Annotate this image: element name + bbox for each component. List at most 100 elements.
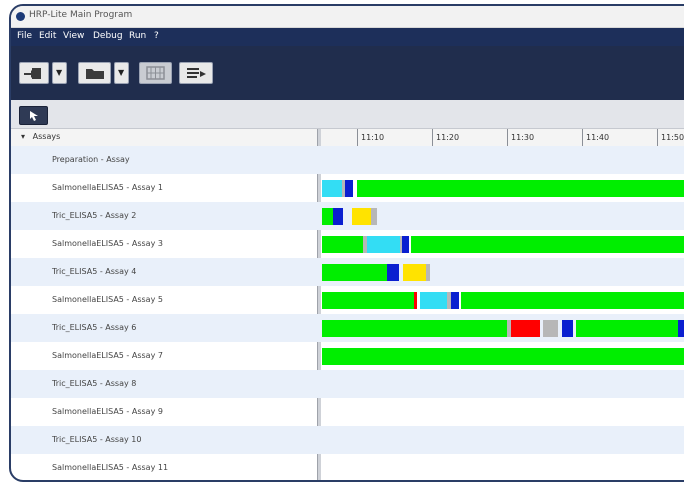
assay-row[interactable]: Tric_ELISA5 - Assay 10 [11, 426, 684, 454]
assay-label: Tric_ELISA5 - Assay 8 [52, 379, 137, 388]
step-block-blue[interactable] [332, 208, 343, 225]
assay-row[interactable]: SalmonellaELISA5 - Assay 3 [11, 230, 684, 258]
list-sort-icon [187, 68, 206, 78]
assay-label: Tric_ELISA5 - Assay 2 [52, 211, 137, 220]
time-tick: 11:10 [357, 129, 384, 146]
assay-row[interactable]: SalmonellaELISA5 - Assay 1 [11, 174, 684, 202]
folder-icon [86, 69, 104, 79]
assay-label: Tric_ELISA5 - Assay 10 [52, 435, 142, 444]
assay-timeline [322, 454, 684, 480]
assay-timeline [322, 426, 684, 454]
assay-label: SalmonellaELISA5 - Assay 9 [52, 407, 163, 416]
load-dropdown[interactable]: ▼ [52, 62, 67, 84]
assay-label: SalmonellaELISA5 - Assay 1 [52, 183, 163, 192]
chevron-down-icon: ▼ [56, 68, 63, 77]
step-block-green[interactable] [322, 320, 508, 337]
step-block-green[interactable] [322, 236, 364, 253]
assay-label: SalmonellaELISA5 - Assay 11 [52, 463, 169, 472]
menu-debug[interactable]: Debug [93, 31, 123, 41]
menu-edit[interactable]: Edit [39, 31, 56, 41]
step-block-green[interactable] [322, 348, 684, 365]
menu-view[interactable]: View [63, 31, 84, 41]
assay-label: Tric_ELISA5 - Assay 4 [52, 267, 137, 276]
step-block-green[interactable] [410, 236, 684, 253]
plate-grid-icon [146, 66, 165, 80]
assay-timeline [322, 314, 684, 342]
step-block-green[interactable] [576, 320, 679, 337]
assay-row[interactable]: Tric_ELISA5 - Assay 6 [11, 314, 684, 342]
assay-timeline [322, 342, 684, 370]
time-tick: 11:40 [582, 129, 609, 146]
assays-header-label: Assays [32, 132, 61, 141]
step-block-green[interactable] [460, 292, 684, 309]
pointer-icon [30, 111, 38, 121]
assay-row[interactable]: Tric_ELISA5 - Assay 2 [11, 202, 684, 230]
step-block-yellow[interactable] [352, 208, 371, 225]
plate-button[interactable] [139, 62, 172, 84]
app-window: HRP-Lite Main Program File Edit View Deb… [9, 4, 684, 482]
assay-timeline [322, 370, 684, 398]
step-block-gray[interactable] [543, 320, 559, 337]
assay-row[interactable]: Preparation - Assay [11, 146, 684, 174]
step-block-cyan[interactable] [419, 292, 448, 309]
assays-header[interactable]: ▾ Assays [21, 132, 60, 141]
open-dropdown[interactable]: ▼ [114, 62, 129, 84]
step-block-blue[interactable] [387, 264, 400, 281]
step-block-green[interactable] [322, 264, 388, 281]
menu-bar: File Edit View Debug Run ? [11, 28, 684, 46]
app-icon [16, 12, 25, 21]
step-block-cyan[interactable] [322, 180, 343, 197]
assay-timeline [322, 286, 684, 314]
assay-timeline [322, 146, 684, 174]
assay-label: Tric_ELISA5 - Assay 6 [52, 323, 137, 332]
time-tick: 11:30 [507, 129, 534, 146]
step-block-green[interactable] [357, 180, 684, 197]
menu-file[interactable]: File [17, 31, 32, 41]
step-block-cyan[interactable] [367, 236, 400, 253]
view-toolbar [11, 100, 684, 129]
load-icon [24, 68, 41, 79]
assay-row[interactable]: SalmonellaELISA5 - Assay 5 [11, 286, 684, 314]
assay-timeline [322, 174, 684, 202]
pointer-button[interactable] [19, 106, 48, 125]
collapse-triangle-icon: ▾ [21, 132, 26, 141]
assay-timeline [322, 258, 684, 286]
menu-run[interactable]: Run [129, 31, 146, 41]
assay-row[interactable]: Tric_ELISA5 - Assay 4 [11, 258, 684, 286]
title-bar: HRP-Lite Main Program [11, 6, 684, 28]
assay-label: Preparation - Assay [52, 155, 130, 164]
assay-row[interactable]: Tric_ELISA5 - Assay 8 [11, 370, 684, 398]
menu-help[interactable]: ? [154, 31, 159, 41]
step-block-blue[interactable] [562, 320, 573, 337]
step-block-blue[interactable] [345, 180, 353, 197]
toolbar: ▼ ▼ [11, 46, 684, 100]
time-tick: 11:20 [432, 129, 459, 146]
chevron-down-icon: ▼ [118, 68, 125, 77]
load-button[interactable] [19, 62, 49, 84]
assay-timeline [322, 230, 684, 258]
window-title: HRP-Lite Main Program [29, 10, 133, 20]
sort-button[interactable] [179, 62, 213, 84]
step-block-gray[interactable] [370, 208, 377, 225]
assay-timeline [322, 398, 684, 426]
step-block-green[interactable] [322, 208, 333, 225]
time-axis: 11:10 11:20 11:30 11:40 11:50 [321, 129, 684, 146]
step-block-red[interactable] [414, 292, 417, 309]
open-button[interactable] [78, 62, 111, 84]
step-block-gray[interactable] [425, 264, 430, 281]
assay-row[interactable]: SalmonellaELISA5 - Assay 7 [11, 342, 684, 370]
screen: HRP-Lite Main Program File Edit View Deb… [0, 0, 684, 483]
step-block-red[interactable] [511, 320, 540, 337]
step-block-blue[interactable] [402, 236, 409, 253]
step-block-blue[interactable] [451, 292, 460, 309]
assay-label: SalmonellaELISA5 - Assay 7 [52, 351, 163, 360]
assay-label: SalmonellaELISA5 - Assay 5 [52, 295, 163, 304]
assay-row[interactable]: SalmonellaELISA5 - Assay 11 [11, 454, 684, 480]
step-block-yellow[interactable] [403, 264, 426, 281]
assay-row[interactable]: SalmonellaELISA5 - Assay 9 [11, 398, 684, 426]
time-tick: 11:50 [657, 129, 684, 146]
assay-label: SalmonellaELISA5 - Assay 3 [52, 239, 163, 248]
step-block-green[interactable] [322, 292, 415, 309]
assay-timeline [322, 202, 684, 230]
step-block-blue[interactable] [678, 320, 684, 337]
